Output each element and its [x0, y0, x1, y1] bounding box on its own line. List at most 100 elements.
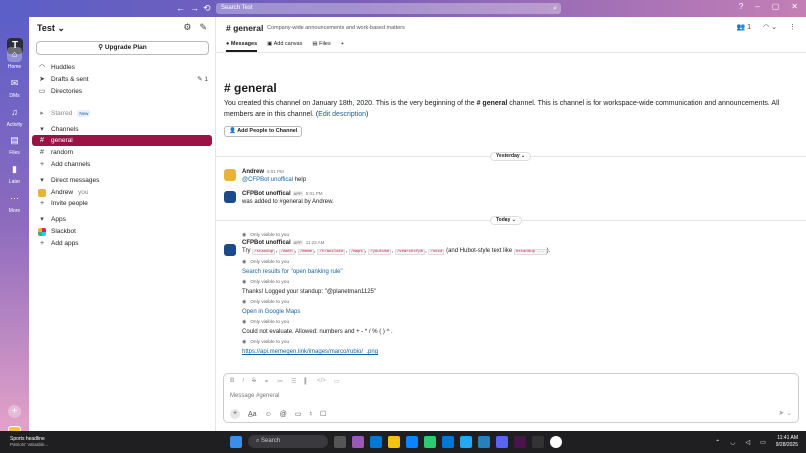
chevron-up-icon[interactable]: ⌃ [715, 439, 720, 446]
shortcuts-icon[interactable]: ☐ [320, 410, 326, 418]
sidebar-section-dms[interactable]: ▾ Direct messages [38, 175, 212, 186]
help-icon[interactable]: ? [739, 2, 743, 11]
message-input[interactable]: Message #general [230, 393, 279, 399]
app-icon[interactable] [478, 435, 490, 448]
sidebar-item-slackbot[interactable]: Slackbot [38, 226, 212, 237]
add-apps-button[interactable]: + Add apps [38, 238, 212, 249]
emoji-icon[interactable]: ☺ [265, 411, 272, 418]
message-composer[interactable]: B I S ⚭ ≔ ☰ ▍ </> ▭ Message #general + A… [223, 373, 799, 423]
eye-icon: ◉ [242, 260, 247, 265]
news-widget[interactable]: Sports headline Patriots' Valuable... [10, 436, 48, 448]
code-block-icon[interactable]: ▭ [334, 378, 340, 385]
compose-icon[interactable]: ✎ [199, 22, 207, 33]
rail-more[interactable]: ⋯ More [0, 191, 29, 214]
sidebar-item-random[interactable]: # random [38, 147, 212, 158]
tab-messages[interactable]: ● Messages [226, 41, 258, 52]
text-format-icon[interactable]: A̲a [248, 411, 257, 418]
mention-icon[interactable]: @ [280, 411, 287, 418]
link-icon[interactable]: ⚭ [264, 378, 269, 385]
rail-activity[interactable]: ♫ Activity [0, 105, 29, 128]
date-divider-today[interactable]: Today ⌄ [490, 216, 522, 225]
sidebar-item-huddles[interactable]: ◠ Huddles [38, 62, 212, 73]
search-input[interactable]: Search Test ⌕ [216, 3, 561, 14]
task-view-icon[interactable] [334, 435, 346, 448]
vscode-icon[interactable] [460, 435, 472, 448]
tab-files[interactable]: ▤ Files [312, 41, 330, 52]
edge-browser-icon[interactable] [406, 435, 418, 448]
caret-down-icon: ▾ [40, 177, 44, 184]
sidebar-item-directories[interactable]: ▭ Directories [38, 86, 212, 97]
huddle-button[interactable]: ◠ ⌄ [763, 23, 777, 31]
taskbar-search[interactable]: ⌕ Search [248, 435, 328, 448]
rail-dms[interactable]: ✉ DMs [0, 76, 29, 99]
more-options-icon[interactable]: ⋮ [789, 23, 796, 31]
files-icon: ▤ [312, 41, 318, 47]
maximize-icon[interactable]: ▢ [772, 2, 780, 11]
ordered-list-icon[interactable]: ≔ [277, 378, 283, 385]
teams-icon[interactable] [496, 435, 508, 448]
avatar [38, 188, 46, 197]
members-button[interactable]: 👥 1 [737, 23, 752, 31]
clock[interactable]: 11:41 AM 9/28/2025 [776, 435, 798, 449]
excel-icon[interactable] [424, 435, 436, 448]
hash-icon: # [40, 149, 44, 156]
blockquote-icon[interactable]: ▍ [304, 378, 309, 385]
upgrade-plan-button[interactable]: ⚲ Upgrade Plan [36, 41, 209, 55]
italic-icon[interactable]: I [242, 378, 244, 385]
file-explorer-icon[interactable] [388, 435, 400, 448]
add-people-button[interactable]: 👤 Add People to Channel [224, 126, 303, 137]
invite-people-button[interactable]: + Invite people [38, 198, 212, 209]
settings-icon[interactable]: ⚙ [183, 22, 191, 33]
rail-files[interactable]: ▤ Files [0, 133, 29, 156]
sidebar-item-general[interactable]: # general [32, 135, 212, 146]
meme-link[interactable]: https://api.memegen.link/images/marco/ru… [242, 347, 792, 357]
video-icon[interactable]: ▭ [295, 410, 302, 418]
rail-later[interactable]: ▮ Later [0, 162, 29, 185]
bold-icon[interactable]: B [230, 378, 234, 385]
add-channels-button[interactable]: + Add channels [38, 159, 212, 170]
edit-description-link[interactable]: Edit description [318, 111, 366, 118]
sidebar-section-apps[interactable]: ▾ Apps [38, 214, 212, 225]
strikethrough-icon[interactable]: S [252, 378, 256, 385]
close-icon[interactable]: ✕ [791, 2, 798, 11]
minimize-icon[interactable]: – [755, 2, 759, 11]
slackbot-icon [38, 227, 46, 236]
slack-icon[interactable] [514, 435, 526, 448]
microphone-icon[interactable]: ♮ [309, 410, 312, 418]
copilot-icon[interactable] [352, 435, 364, 448]
search-results-link[interactable]: Search results for "open banking rule" [242, 267, 792, 277]
plus-icon: + [39, 200, 45, 207]
sidebar-section-starred[interactable]: ▸ Starred New [38, 108, 212, 119]
start-icon[interactable] [230, 435, 242, 448]
volume-icon[interactable]: ◁ [745, 439, 750, 446]
date-divider-yesterday[interactable]: Yesterday ⌄ [490, 152, 532, 161]
battery-icon[interactable]: ▭ [760, 439, 766, 446]
sidebar-section-channels[interactable]: ▾ Channels [38, 124, 212, 135]
send-icon: ➤ [39, 76, 45, 83]
wifi-icon[interactable]: ◡ [730, 439, 735, 446]
chrome-icon[interactable] [550, 435, 562, 448]
google-maps-link[interactable]: Open in Google Maps [242, 307, 792, 317]
attach-button[interactable]: + [230, 409, 240, 419]
sidebar-item-drafts[interactable]: ➤ Drafts & sent ✎ 1 [38, 74, 212, 85]
avatar [224, 191, 236, 203]
add-tab-button[interactable]: + [341, 41, 344, 52]
forward-arrow-icon[interactable]: → [190, 3, 199, 13]
add-workspace-button[interactable]: + [8, 405, 21, 418]
back-arrow-icon[interactable]: ← [176, 3, 185, 13]
bot-mention[interactable]: @CFPBot unoffical [242, 177, 293, 183]
sidebar-item-dm-andrew[interactable]: Andrew you [38, 187, 212, 198]
message-icon: ● [226, 41, 230, 47]
tab-add-canvas[interactable]: ▣ Add canvas [267, 41, 302, 52]
history-icon[interactable]: ⟲ [203, 3, 211, 13]
channel-title[interactable]: # general [226, 23, 263, 33]
rail-home[interactable]: ⌂ Home [0, 47, 29, 70]
bullet-list-icon[interactable]: ☰ [291, 378, 296, 385]
channel-mention[interactable]: # general [477, 100, 508, 107]
workspace-name[interactable]: Test ⌄ [37, 23, 65, 34]
edge-icon[interactable] [370, 435, 382, 448]
send-button[interactable]: ➤ ⌄ [778, 409, 792, 417]
outlook-icon[interactable] [442, 435, 454, 448]
code-icon[interactable]: </> [317, 378, 326, 385]
terminal-icon[interactable] [532, 435, 544, 448]
